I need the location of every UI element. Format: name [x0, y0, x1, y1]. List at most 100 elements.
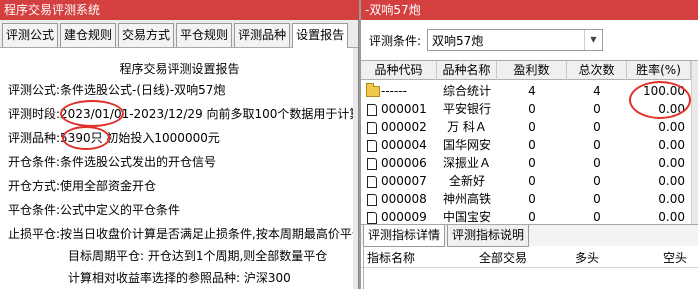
row-label: 开仓方式: [8, 179, 61, 193]
report-title: 程序交易评测设置报告 [119, 62, 240, 76]
cell-total: 0 [593, 174, 601, 188]
row-value: 目标周期平仓: 开仓达到1个周期,则全部数量平仓 [68, 249, 328, 263]
table-row[interactable]: 000004 国华网安 0 0 0.00 [361, 137, 691, 154]
report-row: 计算相对收益率选择的参照品种: 沪深300 [68, 269, 291, 287]
row-label: 评测品种: [8, 131, 61, 145]
cell-win: 0 [528, 120, 536, 134]
chevron-down-icon[interactable]: ▼ [584, 30, 602, 50]
header-rate[interactable]: 胜率(%) [627, 61, 691, 80]
cell-code: 000008 [381, 192, 427, 206]
left-scrollbar[interactable] [353, 48, 358, 289]
left-tab-bar: 评测公式 建仓规则 交易方式 平仓规则 评测品种 设置报告 [0, 20, 358, 48]
header-short[interactable]: 空头 [663, 248, 687, 268]
table-row[interactable]: 000008 神州高铁 0 0 0.00 [361, 191, 691, 208]
cell-name: 国华网安 [442, 138, 491, 152]
row-value: 按当日收盘价计算是否满足止损条件,按本周期最高价平仓 [60, 227, 359, 241]
row-value: 使用全部资金开仓 [60, 179, 157, 193]
cell-win: 0 [528, 102, 536, 116]
cell-rate: 0.00 [658, 102, 685, 116]
header-win[interactable]: 盈利数 [497, 61, 567, 80]
cell-name: 平安银行 [442, 102, 491, 116]
tab-securities[interactable]: 评测品种 [234, 23, 291, 47]
header-long[interactable]: 多头 [575, 248, 599, 268]
cell-code: 000006 [381, 156, 427, 170]
cell-code: 000002 [381, 120, 427, 134]
right-window: 评测条件: 双响57炮 ▼ 品种代码 品种名称 盈利数 总次数 胜率(%) --… [361, 20, 698, 289]
row-label: 平仓条件: [8, 203, 61, 217]
condition-label: 评测条件: [369, 34, 422, 48]
row-value: 条件选股公式-(日线)-双响57炮 [60, 83, 226, 97]
results-table: 品种代码 品种名称 盈利数 总次数 胜率(%) ------ 综合统计 4 4 … [361, 60, 698, 230]
header-total[interactable]: 总次数 [567, 61, 627, 80]
cell-name: 深振业Ａ [442, 156, 491, 170]
cell-rate: 0.00 [658, 192, 685, 206]
cell-win: 0 [528, 156, 536, 170]
header-metric-name[interactable]: 指标名称 [367, 248, 415, 268]
table-row-summary[interactable]: ------ 综合统计 4 4 100.00 [361, 83, 691, 100]
cell-name: 全新好 [448, 174, 485, 188]
left-window: 评测公式 建仓规则 交易方式 平仓规则 评测品种 设置报告 程序交易评测设置报告… [0, 20, 359, 289]
header-name[interactable]: 品种名称 [437, 61, 497, 80]
cell-code: 000004 [381, 138, 427, 152]
cell-win: 0 [528, 174, 536, 188]
table-row[interactable]: 000001 平安银行 0 0 0.00 [361, 101, 691, 118]
row-value: 2023/01/01-2023/12/29 向前多取100个数据用于计算 [60, 107, 359, 121]
cell-name: 神州高铁 [442, 192, 491, 206]
cell-code: 000001 [381, 102, 427, 116]
row-value: 计算相对收益率选择的参照品种: 沪深300 [68, 271, 291, 285]
cell-total: 0 [593, 120, 601, 134]
row-label: 开仓条件: [8, 155, 61, 169]
cell-total: 0 [593, 192, 601, 206]
report-panel: 程序交易评测设置报告 评测公式:条件选股公式-(日线)-双响57炮 评测时段:2… [0, 48, 359, 289]
report-row: 目标周期平仓: 开仓达到1个周期,则全部数量平仓 [68, 247, 327, 265]
tab-trade-mode[interactable]: 交易方式 [118, 23, 175, 47]
report-row: 平仓条件:公式中定义的平仓条件 [8, 201, 180, 219]
row-value: 公式中定义的平仓条件 [60, 203, 181, 217]
table-row[interactable]: 000006 深振业Ａ 0 0 0.00 [361, 155, 691, 172]
cell-win: 4 [528, 84, 536, 98]
cell-rate: 100.00 [643, 84, 685, 98]
cell-win: 0 [528, 138, 536, 152]
report-row: 开仓方式:使用全部资金开仓 [8, 177, 156, 195]
table-row[interactable]: 000007 全新好 0 0 0.00 [361, 173, 691, 190]
cell-rate: 0.00 [658, 156, 685, 170]
condition-select[interactable]: 双响57炮 ▼ [427, 29, 603, 51]
metrics-header: 指标名称 全部交易 多头 空头 [361, 248, 698, 268]
left-window-title: 程序交易评测系统 [0, 0, 359, 20]
row-label: 评测时段: [8, 107, 61, 121]
cell-rate: 0.00 [658, 138, 685, 152]
report-row: 止损平仓:按当日收盘价计算是否满足止损条件,按本周期最高价平仓 [8, 225, 359, 243]
report-row: 评测时段:2023/01/01-2023/12/29 向前多取100个数据用于计… [8, 105, 359, 123]
cell-win: 0 [528, 192, 536, 206]
tab-metric-details[interactable]: 评测指标详情 [363, 225, 446, 247]
cell-name: 万 科Ａ [447, 120, 487, 134]
cell-total: 0 [593, 138, 601, 152]
row-value: 5390只 初始投入1000000元 [60, 131, 220, 145]
right-window-title: -双响57炮 [361, 0, 698, 20]
cell-total: 4 [593, 84, 601, 98]
row-label: 评测公式: [8, 83, 61, 97]
tab-report[interactable]: 设置报告 [292, 23, 349, 48]
tab-formula[interactable]: 评测公式 [2, 23, 59, 47]
cell-rate: 0.00 [658, 120, 685, 134]
report-row: 开仓条件:条件选股公式发出的开仓信号 [8, 153, 216, 171]
bottom-tab-bar: 评测指标详情 评测指标说明 [361, 224, 698, 247]
header-code[interactable]: 品种代码 [361, 61, 437, 80]
header-all-trades[interactable]: 全部交易 [479, 248, 527, 268]
cell-rate: 0.00 [658, 174, 685, 188]
tab-open-rules[interactable]: 建仓规则 [60, 23, 117, 47]
row-value: 条件选股公式发出的开仓信号 [60, 155, 217, 169]
table-scrollbar[interactable] [691, 61, 698, 230]
tab-metric-help[interactable]: 评测指标说明 [447, 225, 530, 247]
cell-name: 综合统计 [442, 84, 491, 98]
table-row[interactable]: 000002 万 科Ａ 0 0 0.00 [361, 119, 691, 136]
cell-total: 0 [593, 156, 601, 170]
condition-value: 双响57炮 [432, 34, 484, 48]
cell-code: ------ [381, 84, 407, 98]
row-label: 止损平仓: [8, 227, 61, 241]
report-row: 评测品种:5390只 初始投入1000000元 [8, 129, 220, 147]
cell-total: 0 [593, 102, 601, 116]
cell-code: 000007 [381, 174, 427, 188]
tab-close-rules[interactable]: 平仓规则 [176, 23, 233, 47]
table-header: 品种代码 品种名称 盈利数 总次数 胜率(%) [361, 61, 691, 80]
